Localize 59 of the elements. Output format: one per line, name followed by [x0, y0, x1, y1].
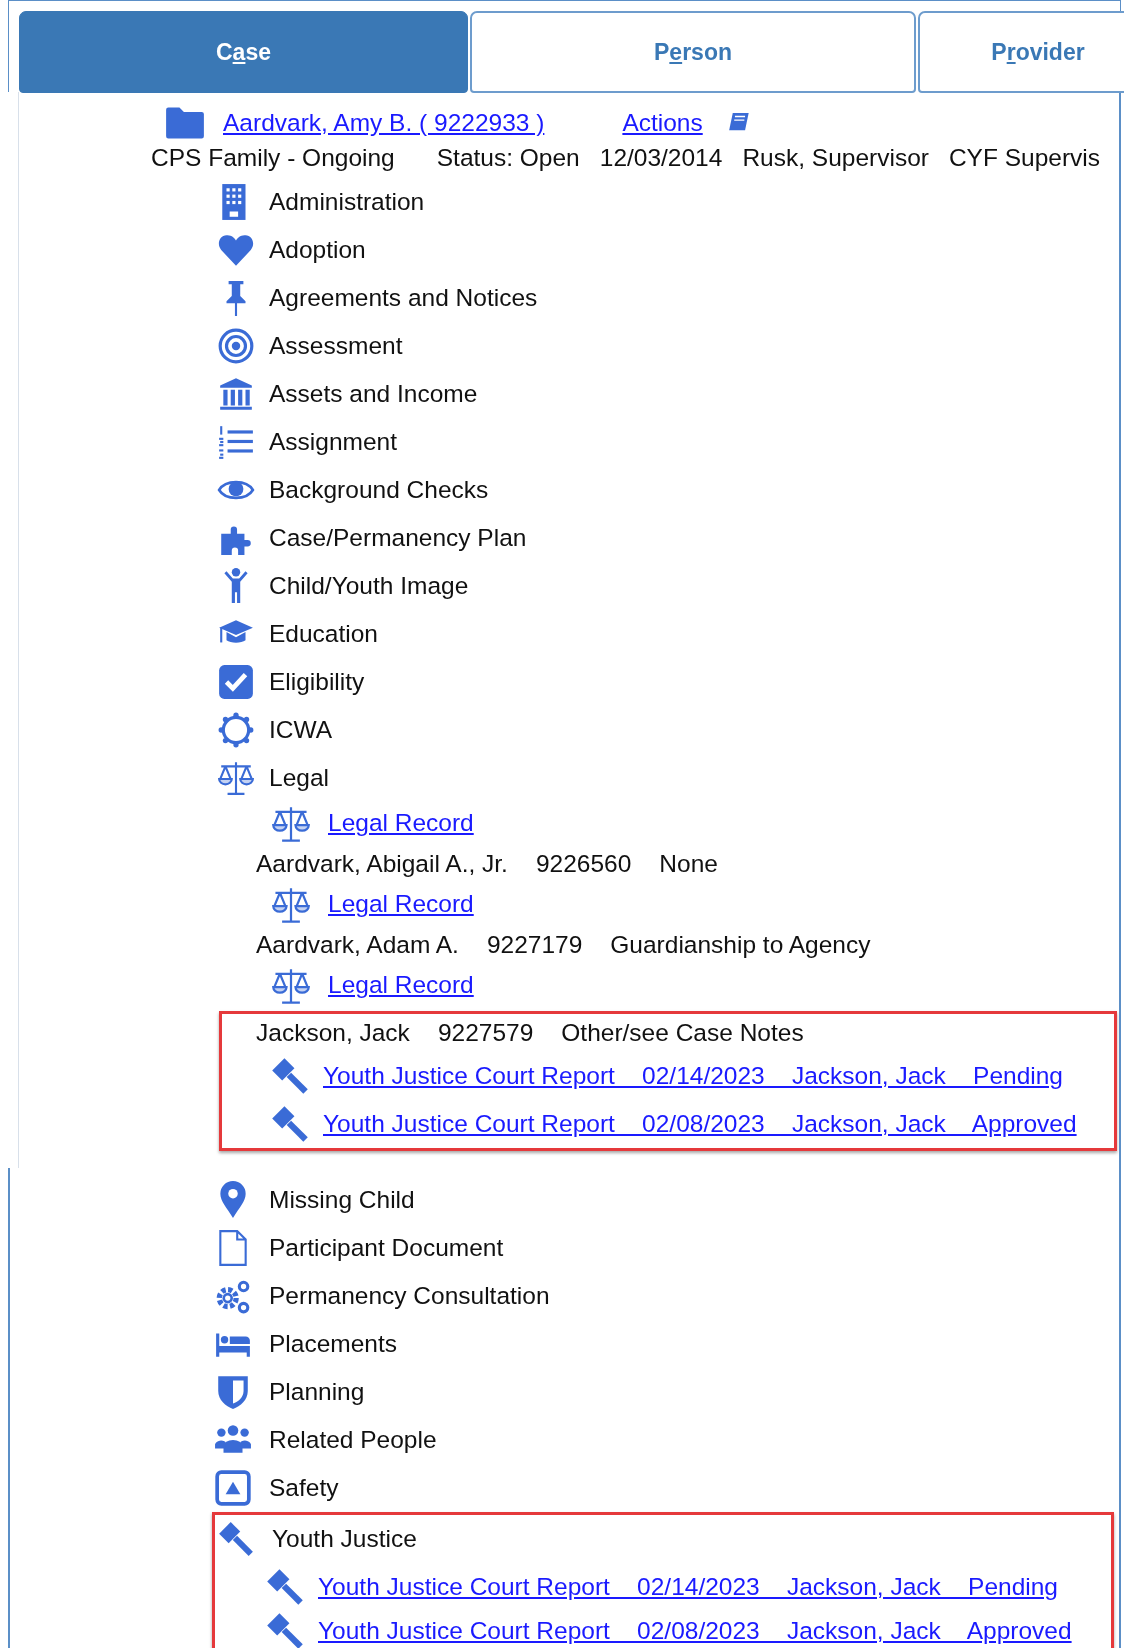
party-id: 9227179	[486, 929, 583, 960]
nav-item[interactable]: Child/Youth Image	[269, 567, 469, 605]
nav-item[interactable]: Background Checks	[269, 471, 489, 509]
party-name: Aardvark, Adam A.	[256, 929, 459, 960]
legal-status: Guardianship to Agency	[610, 929, 871, 960]
case-summary-text: Rusk, Supervisor	[742, 142, 929, 173]
party-id: 9227579	[437, 1017, 534, 1048]
nav-item[interactable]: Permanency Consultation	[269, 1277, 550, 1315]
case-summary-text: Status: Open	[436, 142, 580, 173]
nav-item[interactable]: Eligibility	[269, 663, 365, 701]
gear-ring-icon	[217, 711, 255, 749]
nav-item[interactable]: Related People	[269, 1421, 437, 1459]
party-name: Aardvark, Abigail A., Jr.	[256, 848, 508, 879]
target-icon	[217, 327, 255, 365]
nav-item[interactable]: ICWA	[269, 711, 333, 749]
legal-status: None	[659, 848, 718, 879]
nav-item[interactable]: Safety	[269, 1469, 339, 1507]
nav-item[interactable]: Assignment	[269, 423, 397, 461]
nav-item[interactable]: Planning	[269, 1373, 365, 1411]
bank-icon	[217, 375, 255, 413]
court-report-link[interactable]: Youth Justice Court Report 02/14/2023 Jackson, Jack Pending	[323, 1057, 1063, 1095]
nav-item[interactable]: Assets and Income	[269, 375, 478, 413]
tab[interactable]: Person	[470, 11, 916, 93]
gavel-icon	[217, 1520, 255, 1558]
nav-item[interactable]: Youth Justice	[272, 1520, 417, 1558]
gavel-icon	[265, 1611, 305, 1648]
party-id: 9226560	[535, 848, 632, 879]
tab[interactable]: Provider	[918, 11, 1124, 93]
court-report-link[interactable]: Youth Justice Court Report 02/08/2023 Jackson, Jack Approved	[318, 1612, 1072, 1648]
nav-item[interactable]: Agreements and Notices	[269, 279, 538, 317]
nav-item[interactable]: Adoption	[269, 231, 366, 269]
court-report-link[interactable]: Youth Justice Court Report 02/08/2023 Jackson, Jack Approved	[323, 1105, 1077, 1143]
gavel-icon	[270, 1056, 310, 1096]
nav-item[interactable]: Participant Document	[269, 1229, 504, 1267]
triangle-in-square-icon	[214, 1469, 252, 1507]
gavel-icon	[265, 1567, 305, 1607]
tab[interactable]: Case	[19, 11, 468, 93]
legal-record-link[interactable]: Legal Record	[328, 805, 474, 842]
case-summary-text: CPS Family - Ongoing	[151, 142, 395, 173]
case-summary-text: CYF Supervis	[948, 142, 1101, 173]
scales-icon	[217, 759, 255, 797]
checkbox-icon	[217, 663, 255, 701]
nav-item[interactable]: Case/Permanency Plan	[269, 519, 527, 557]
numbered-list-icon	[217, 423, 255, 461]
nav-item[interactable]: Administration	[269, 183, 425, 221]
nav-item[interactable]: Assessment	[269, 327, 403, 365]
nav-item[interactable]: Education	[269, 615, 378, 653]
legal-record-link[interactable]: Legal Record	[328, 886, 474, 923]
case-summary-text: 12/03/2014	[599, 142, 723, 173]
party-name: Jackson, Jack	[256, 1017, 410, 1048]
case-name-link[interactable]: Aardvark, Amy B. ( 9222933 )	[223, 104, 545, 142]
gavel-icon	[270, 1104, 310, 1144]
actions-link[interactable]: Actions	[622, 104, 703, 142]
nav-item[interactable]: Placements	[269, 1325, 397, 1363]
nav-item[interactable]: Legal	[269, 759, 329, 797]
legal-record-link[interactable]: Legal Record	[328, 967, 474, 1004]
court-report-link[interactable]: Youth Justice Court Report 02/14/2023 Jackson, Jack Pending	[318, 1568, 1058, 1606]
legal-status: Other/see Case Notes	[561, 1017, 804, 1048]
nav-item[interactable]: Missing Child	[269, 1181, 415, 1219]
